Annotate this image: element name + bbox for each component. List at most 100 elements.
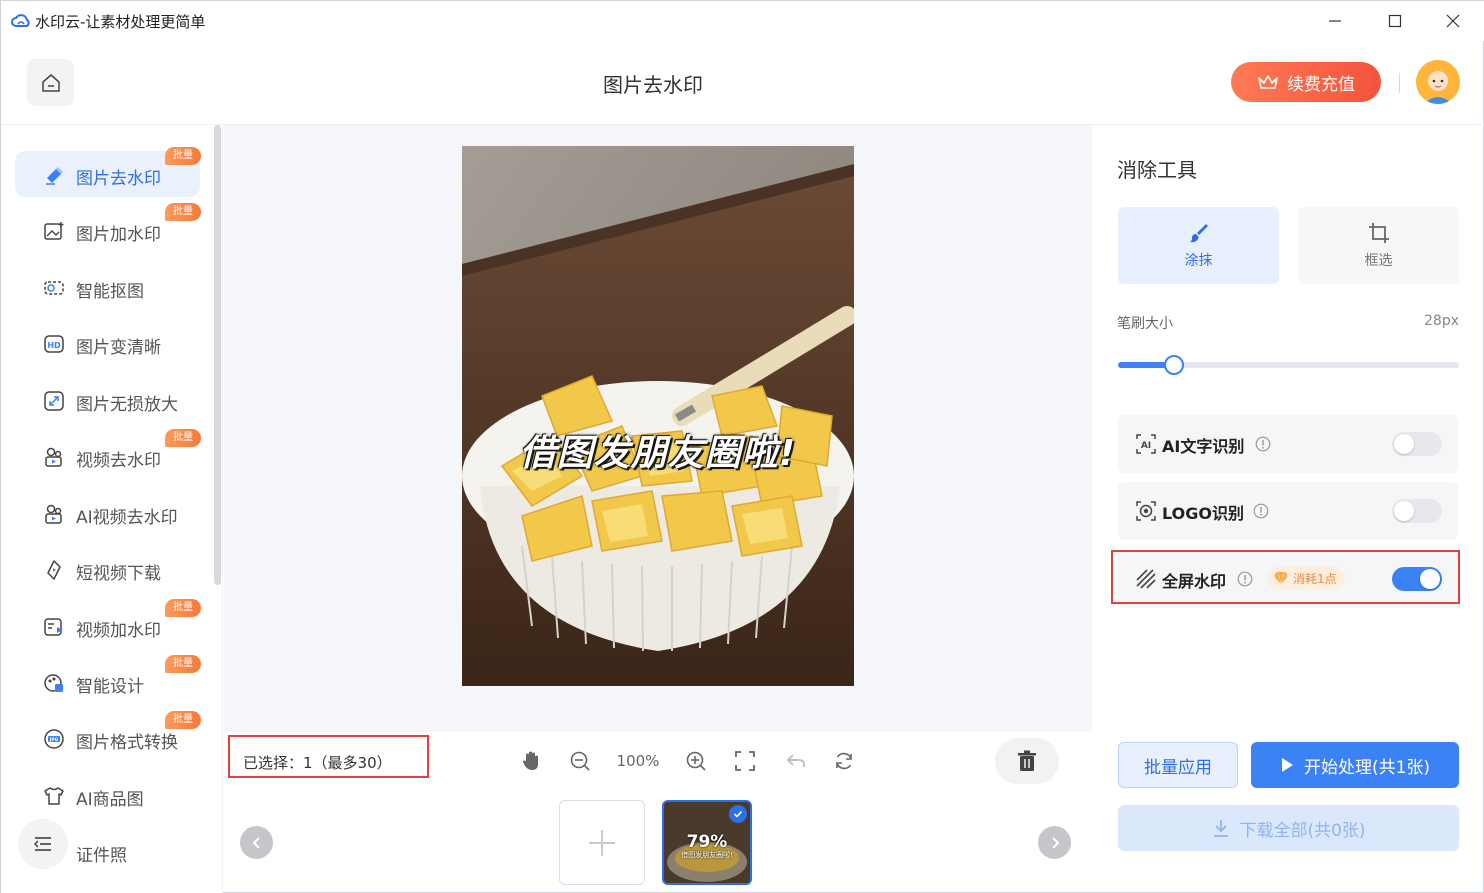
sidebar-item-label: 图片变清晰 [76,338,161,358]
tool-label: 涂抹 [1184,252,1213,269]
sidebar-item-label: 图片加水印 [76,225,161,245]
zoom-out-button[interactable] [567,748,593,774]
sidebar-item-lossless-enlarge[interactable]: 图片无损放大 [15,377,200,423]
batch-badge: 批量 [165,203,201,221]
option-label: LOGO识别 [1162,504,1244,523]
close-button[interactable] [1437,7,1469,35]
start-process-button[interactable]: 开始处理(共1张) [1251,742,1459,788]
chevron-right-icon [1051,836,1059,849]
image-add-icon [44,222,64,240]
brush-size-slider-handle[interactable] [1163,355,1184,375]
play-icon [1281,758,1293,772]
tool-brush[interactable]: 涂抹 [1118,207,1279,284]
close-icon [1446,14,1460,28]
recharge-button[interactable]: 续费充值 [1231,62,1381,102]
hand-icon [523,751,538,770]
sidebar-item-label: 智能设计 [76,677,144,697]
sidebar-item-label: AI商品图 [76,790,144,810]
batch-badge: 批量 [165,655,201,673]
batch-apply-button[interactable]: 批量应用 [1118,742,1238,788]
zoom-in-button[interactable] [683,748,709,774]
sidebar-item-format-convert[interactable]: JPG 图片格式转换 批量 [15,711,201,761]
refresh-icon [836,752,852,770]
reset-button[interactable] [831,748,857,774]
chevron-left-icon [252,836,260,849]
sidebar-item-label: 视频去水印 [76,451,161,471]
delete-button[interactable] [995,738,1059,784]
ai-text-icon: AI [1136,434,1156,454]
sidebar-item-image-watermark-remove[interactable]: 图片去水印 批量 [15,147,201,197]
batch-badge: 批量 [165,711,201,729]
sidebar-item-video-watermark-remove[interactable]: 视频去水印 批量 [15,429,201,479]
design-icon [44,674,63,692]
info-icon[interactable] [1255,436,1271,452]
sidebar: 图片去水印 批量 图片加水印 批量 智能抠图 HD 图片变清晰 图片无损放大 视… [1,125,223,893]
image-caption-watermark: 借图发朋友圈啦! [519,433,797,474]
undo-button[interactable] [783,748,809,774]
brush-icon [1189,223,1208,242]
jpg-icon: JPG [44,729,64,749]
sidebar-item-label: 图片无损放大 [76,395,178,415]
eraser-icon [46,167,63,185]
menu-collapse-icon [33,837,51,851]
video-clean-icon [45,447,62,467]
window-title: 水印云-让素材处理更简单 [35,13,206,31]
panel-title: 消除工具 [1117,158,1197,182]
selected-count-text: 已选择：1（最多30） [243,754,392,772]
info-icon[interactable] [1253,503,1269,519]
avatar[interactable] [1416,60,1460,104]
fullscreen-watermark-highlight [1111,550,1460,604]
option-logo-recognition: LOGO识别 [1118,482,1458,540]
tool-box-select[interactable]: 框选 [1298,207,1459,284]
preview-image[interactable]: 借图发朋友圈啦! [462,146,854,686]
sidebar-item-ai-video-watermark-remove[interactable]: AI视频去水印 [15,490,200,536]
sidebar-item-label: 短视频下载 [76,564,161,584]
video-add-icon [44,618,63,636]
batch-badge: 批量 [165,147,201,165]
recharge-label: 续费充值 [1287,74,1355,95]
download-all-button[interactable]: 下载全部(共0张) [1118,805,1459,851]
title-bar [1,1,1484,41]
app-logo-icon [11,14,30,27]
trash-icon [1018,750,1036,771]
fit-screen-button[interactable] [732,748,758,774]
sidebar-item-smart-design[interactable]: 智能设计 批量 [15,655,201,705]
menu-toggle-button[interactable] [18,819,68,869]
tshirt-icon [44,787,64,805]
sidebar-item-video-watermark-add[interactable]: 视频加水印 批量 [15,599,201,649]
ai-video-icon [45,504,62,524]
thumbnail-prev-button[interactable] [240,826,273,859]
image-thumbnail[interactable]: 79% 借图发朋友圈啦! [662,800,752,885]
sidebar-scrollbar[interactable] [214,125,221,585]
pan-button[interactable] [518,748,544,774]
logo-target-icon [1136,501,1156,521]
brush-size-value: 28px [1424,313,1459,329]
zoom-out-icon [570,751,590,771]
sidebar-item-image-watermark-add[interactable]: 图片加水印 批量 [15,203,201,253]
svg-text:JPG: JPG [49,737,59,743]
minimize-icon [1329,20,1341,22]
sidebar-item-smart-cutout[interactable]: 智能抠图 [15,264,200,310]
thumbnail-caption: 借图发朋友圈啦! [681,851,733,859]
sidebar-item-label: AI视频去水印 [76,508,178,528]
minimize-button[interactable] [1319,7,1351,35]
crown-icon [1258,75,1278,89]
header-divider [1399,73,1400,93]
sidebar-item-label: 图片去水印 [76,169,161,189]
logo-recognition-toggle[interactable] [1392,499,1442,523]
sidebar-item-ai-product-image[interactable]: AI商品图 [15,772,200,818]
download-icon [1214,820,1229,837]
maximize-button[interactable] [1379,7,1411,35]
add-image-button[interactable] [559,800,645,885]
thumbnail-next-button[interactable] [1038,826,1071,859]
download-video-icon [47,560,61,580]
sidebar-item-image-sharpen[interactable]: HD 图片变清晰 [15,320,200,366]
tool-label: 框选 [1364,252,1393,269]
svg-text:HD: HD [47,341,61,350]
page-title: 图片去水印 [603,73,703,97]
crop-icon [1368,222,1389,243]
sidebar-item-short-video-download[interactable]: 短视频下载 [15,546,200,592]
enlarge-icon [44,391,64,411]
ai-text-recognition-toggle[interactable] [1392,432,1442,456]
pineapple-bowl-photo [462,146,854,686]
